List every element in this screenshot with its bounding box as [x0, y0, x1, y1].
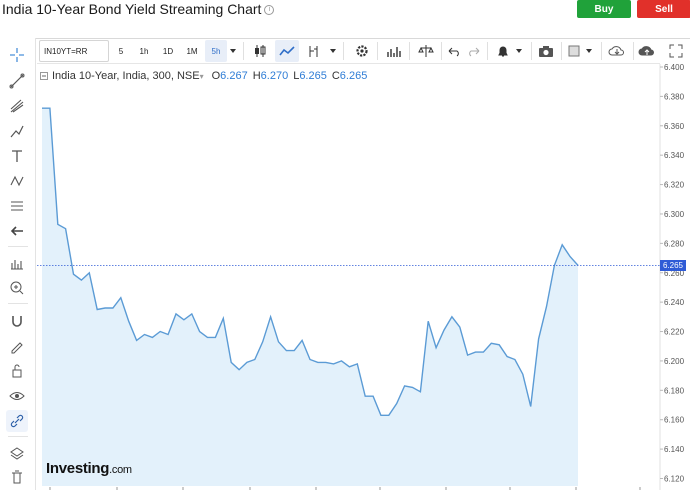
y-tick-label: 6.380: [664, 92, 685, 101]
investing-logo: Investing.com: [46, 460, 132, 477]
y-tick-label: 6.300: [664, 210, 685, 219]
last-price-tag: 6.265: [660, 259, 686, 271]
area-fill: [42, 108, 578, 486]
y-tick-label: 6.280: [664, 239, 685, 248]
y-tick-label: 6.120: [664, 475, 685, 484]
y-tick-label: 6.140: [664, 445, 685, 454]
y-tick-label: 6.360: [664, 122, 685, 131]
y-tick-label: 6.200: [664, 357, 685, 366]
y-tick-label: 6.320: [664, 181, 685, 190]
y-tick-label: 6.180: [664, 386, 685, 395]
y-tick-label: 6.220: [664, 328, 685, 337]
y-tick-label: 6.400: [664, 63, 685, 72]
y-tick-label: 6.160: [664, 416, 685, 425]
y-tick-label: 6.340: [664, 151, 685, 160]
chart-plot[interactable]: 6.4006.3806.3606.3406.3206.3006.2806.260…: [0, 0, 690, 490]
y-tick-label: 6.240: [664, 298, 685, 307]
